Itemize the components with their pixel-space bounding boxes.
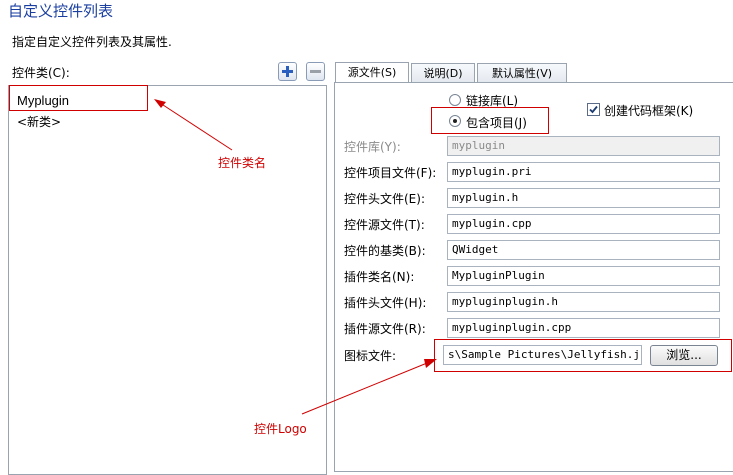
annotation-class-name: 控件类名 bbox=[218, 156, 267, 170]
annotation-logo: 控件Logo bbox=[254, 422, 307, 436]
annotation-arrows bbox=[154, 99, 437, 415]
